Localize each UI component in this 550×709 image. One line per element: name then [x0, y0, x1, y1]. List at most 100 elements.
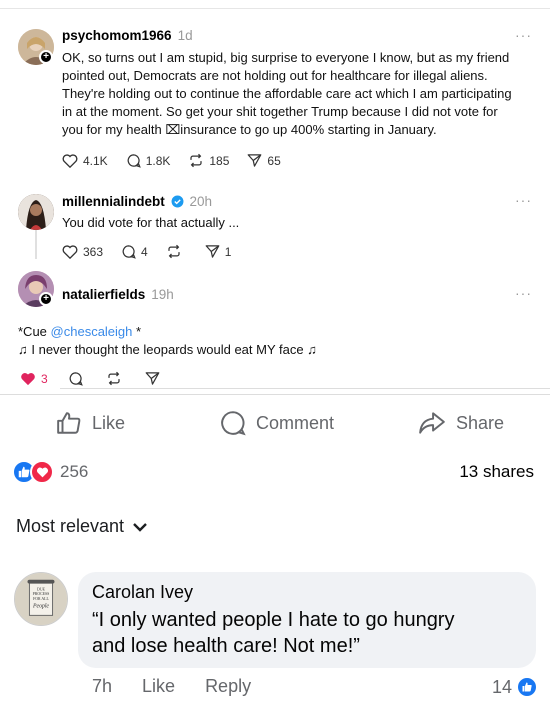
heart-icon	[62, 154, 78, 168]
share-count: 65	[267, 153, 281, 168]
sign-text: FOR ALL	[33, 597, 49, 601]
share-button[interactable]: Share	[418, 410, 504, 436]
reply-button[interactable]: 4	[121, 244, 148, 259]
reply-button[interactable]	[68, 371, 88, 386]
separator	[0, 394, 550, 395]
post-line: pointed out, Democrats are not holding o…	[62, 68, 488, 83]
comment-meta: 7h Like Reply	[92, 676, 281, 697]
thumbs-up-icon	[57, 412, 81, 434]
username-text[interactable]: psychomom1966	[62, 28, 172, 43]
comment-line: and lose health care! Not me!”	[92, 635, 360, 657]
threads-screenshot: + psychomom1966 1d ··· OK, so turns out I…	[0, 8, 550, 389]
username-text[interactable]: millennialindebt	[62, 194, 165, 209]
verified-badge-icon	[171, 195, 183, 208]
repost-icon	[190, 153, 202, 168]
like-button[interactable]: 363	[62, 244, 103, 259]
thread-connector	[35, 229, 37, 259]
comment-line: “I only wanted people I hate to go hungr…	[92, 609, 455, 631]
like-reaction-icon	[516, 676, 538, 698]
sort-label: Most relevant	[16, 516, 125, 536]
post-line: You did vote for that actually ...	[62, 215, 240, 230]
profile-photo-icon	[18, 194, 54, 230]
heart-icon	[62, 245, 78, 259]
comment-button[interactable]: Comment	[220, 410, 334, 436]
post-line: ♫ I never thought the leopards would eat…	[18, 342, 317, 357]
post-time: 19h	[151, 287, 174, 302]
chevron-down-icon	[133, 522, 147, 532]
like-button[interactable]: 4.1K	[62, 153, 108, 168]
comment-like-count: 14	[491, 676, 512, 697]
repost-icon	[108, 371, 120, 386]
separator	[60, 388, 550, 389]
share-button[interactable]: 65	[247, 153, 281, 168]
like-button[interactable]: Like	[56, 410, 125, 436]
send-icon	[145, 372, 160, 385]
post-username[interactable]: millennialindebt 20h	[62, 194, 212, 209]
reaction-summary[interactable]: 256	[12, 460, 88, 484]
share-arrow-icon	[419, 412, 445, 434]
mention-link[interactable]: @chescaleigh	[51, 324, 133, 339]
comment-reply-button[interactable]: Reply	[205, 676, 251, 697]
comment-text: “I only wanted people I hate to go hungr…	[92, 607, 522, 659]
follow-plus-icon[interactable]: +	[39, 50, 53, 64]
post-time: 20h	[189, 194, 213, 209]
shares-count[interactable]: 13 shares	[459, 462, 534, 482]
like-label: Like	[92, 412, 126, 433]
comment-author[interactable]: Carolan Ivey	[92, 582, 522, 603]
reply-count: 4	[141, 244, 148, 259]
share-label: Share	[456, 412, 505, 433]
post-actions: 3	[20, 371, 183, 386]
comment-bubble-icon	[122, 245, 136, 259]
like-count: 3	[41, 371, 48, 386]
share-button[interactable]	[145, 371, 165, 386]
commenter-avatar[interactable]: DUE PROCESS FOR ALL People	[14, 572, 68, 626]
comment-bubble: Carolan Ivey “I only wanted people I hat…	[78, 572, 536, 668]
more-options-icon[interactable]: ···	[515, 285, 532, 301]
text-span: *	[132, 324, 142, 339]
comment-like-button[interactable]: Like	[142, 676, 175, 697]
heart-filled-icon	[21, 373, 35, 386]
send-icon	[248, 154, 262, 167]
send-icon	[205, 245, 220, 258]
comment-bubble-icon	[69, 372, 83, 386]
post-line: in at the moment. So get your shit toget…	[62, 104, 498, 119]
share-count: 1	[224, 244, 232, 259]
repost-button[interactable]	[106, 371, 127, 386]
reply-count: 1.8K	[145, 153, 171, 168]
post-username[interactable]: psychomom1966 1d	[62, 28, 193, 43]
post-actions: 4.1K 1.8K 185 65	[62, 153, 299, 168]
repost-icon	[168, 244, 180, 259]
post-line: They're holding out to continue the affo…	[62, 86, 512, 101]
follow-plus-icon[interactable]: +	[39, 292, 53, 306]
repost-button[interactable]	[166, 244, 187, 259]
comment-time[interactable]: 7h	[92, 676, 112, 697]
post-line: you for my health ⌧insurance to go up 40…	[62, 122, 437, 137]
more-options-icon[interactable]: ···	[515, 192, 532, 208]
post-line: OK, so turns out I am stupid, big surpri…	[62, 50, 510, 65]
text-span: *Cue	[18, 324, 51, 339]
share-button[interactable]: 1	[205, 244, 232, 259]
comment-sort-dropdown[interactable]: Most relevant	[16, 516, 148, 537]
post-body: *Cue @chescaleigh * ♫ I never thought th…	[18, 323, 538, 359]
username-text[interactable]: natalierfields	[62, 287, 145, 302]
comment-icon	[221, 411, 246, 436]
like-count: 4.1K	[83, 153, 108, 168]
post-action-bar: Like Comment Share	[0, 406, 550, 442]
post-actions: 363 4 1	[62, 244, 249, 259]
sign-text: PROCESS	[33, 592, 50, 596]
avatar[interactable]	[18, 194, 54, 230]
comment-like-summary[interactable]: 14	[492, 676, 538, 698]
sign-text: DUE	[37, 587, 46, 591]
post-body: You did vote for that actually ...	[62, 214, 532, 232]
like-count: 363	[83, 244, 104, 259]
like-button[interactable]: 3	[20, 371, 48, 386]
more-options-icon[interactable]: ···	[515, 27, 532, 43]
repost-button[interactable]: 185	[188, 153, 229, 168]
love-reaction-icon	[30, 460, 54, 484]
reply-button[interactable]: 1.8K	[126, 153, 171, 168]
sign-text: People	[32, 604, 49, 610]
repost-count: 185	[209, 153, 230, 168]
due-process-sign-icon: DUE PROCESS FOR ALL People	[15, 573, 67, 625]
post-username[interactable]: natalierfields 19h	[62, 287, 174, 302]
post-time: 1d	[177, 28, 193, 43]
